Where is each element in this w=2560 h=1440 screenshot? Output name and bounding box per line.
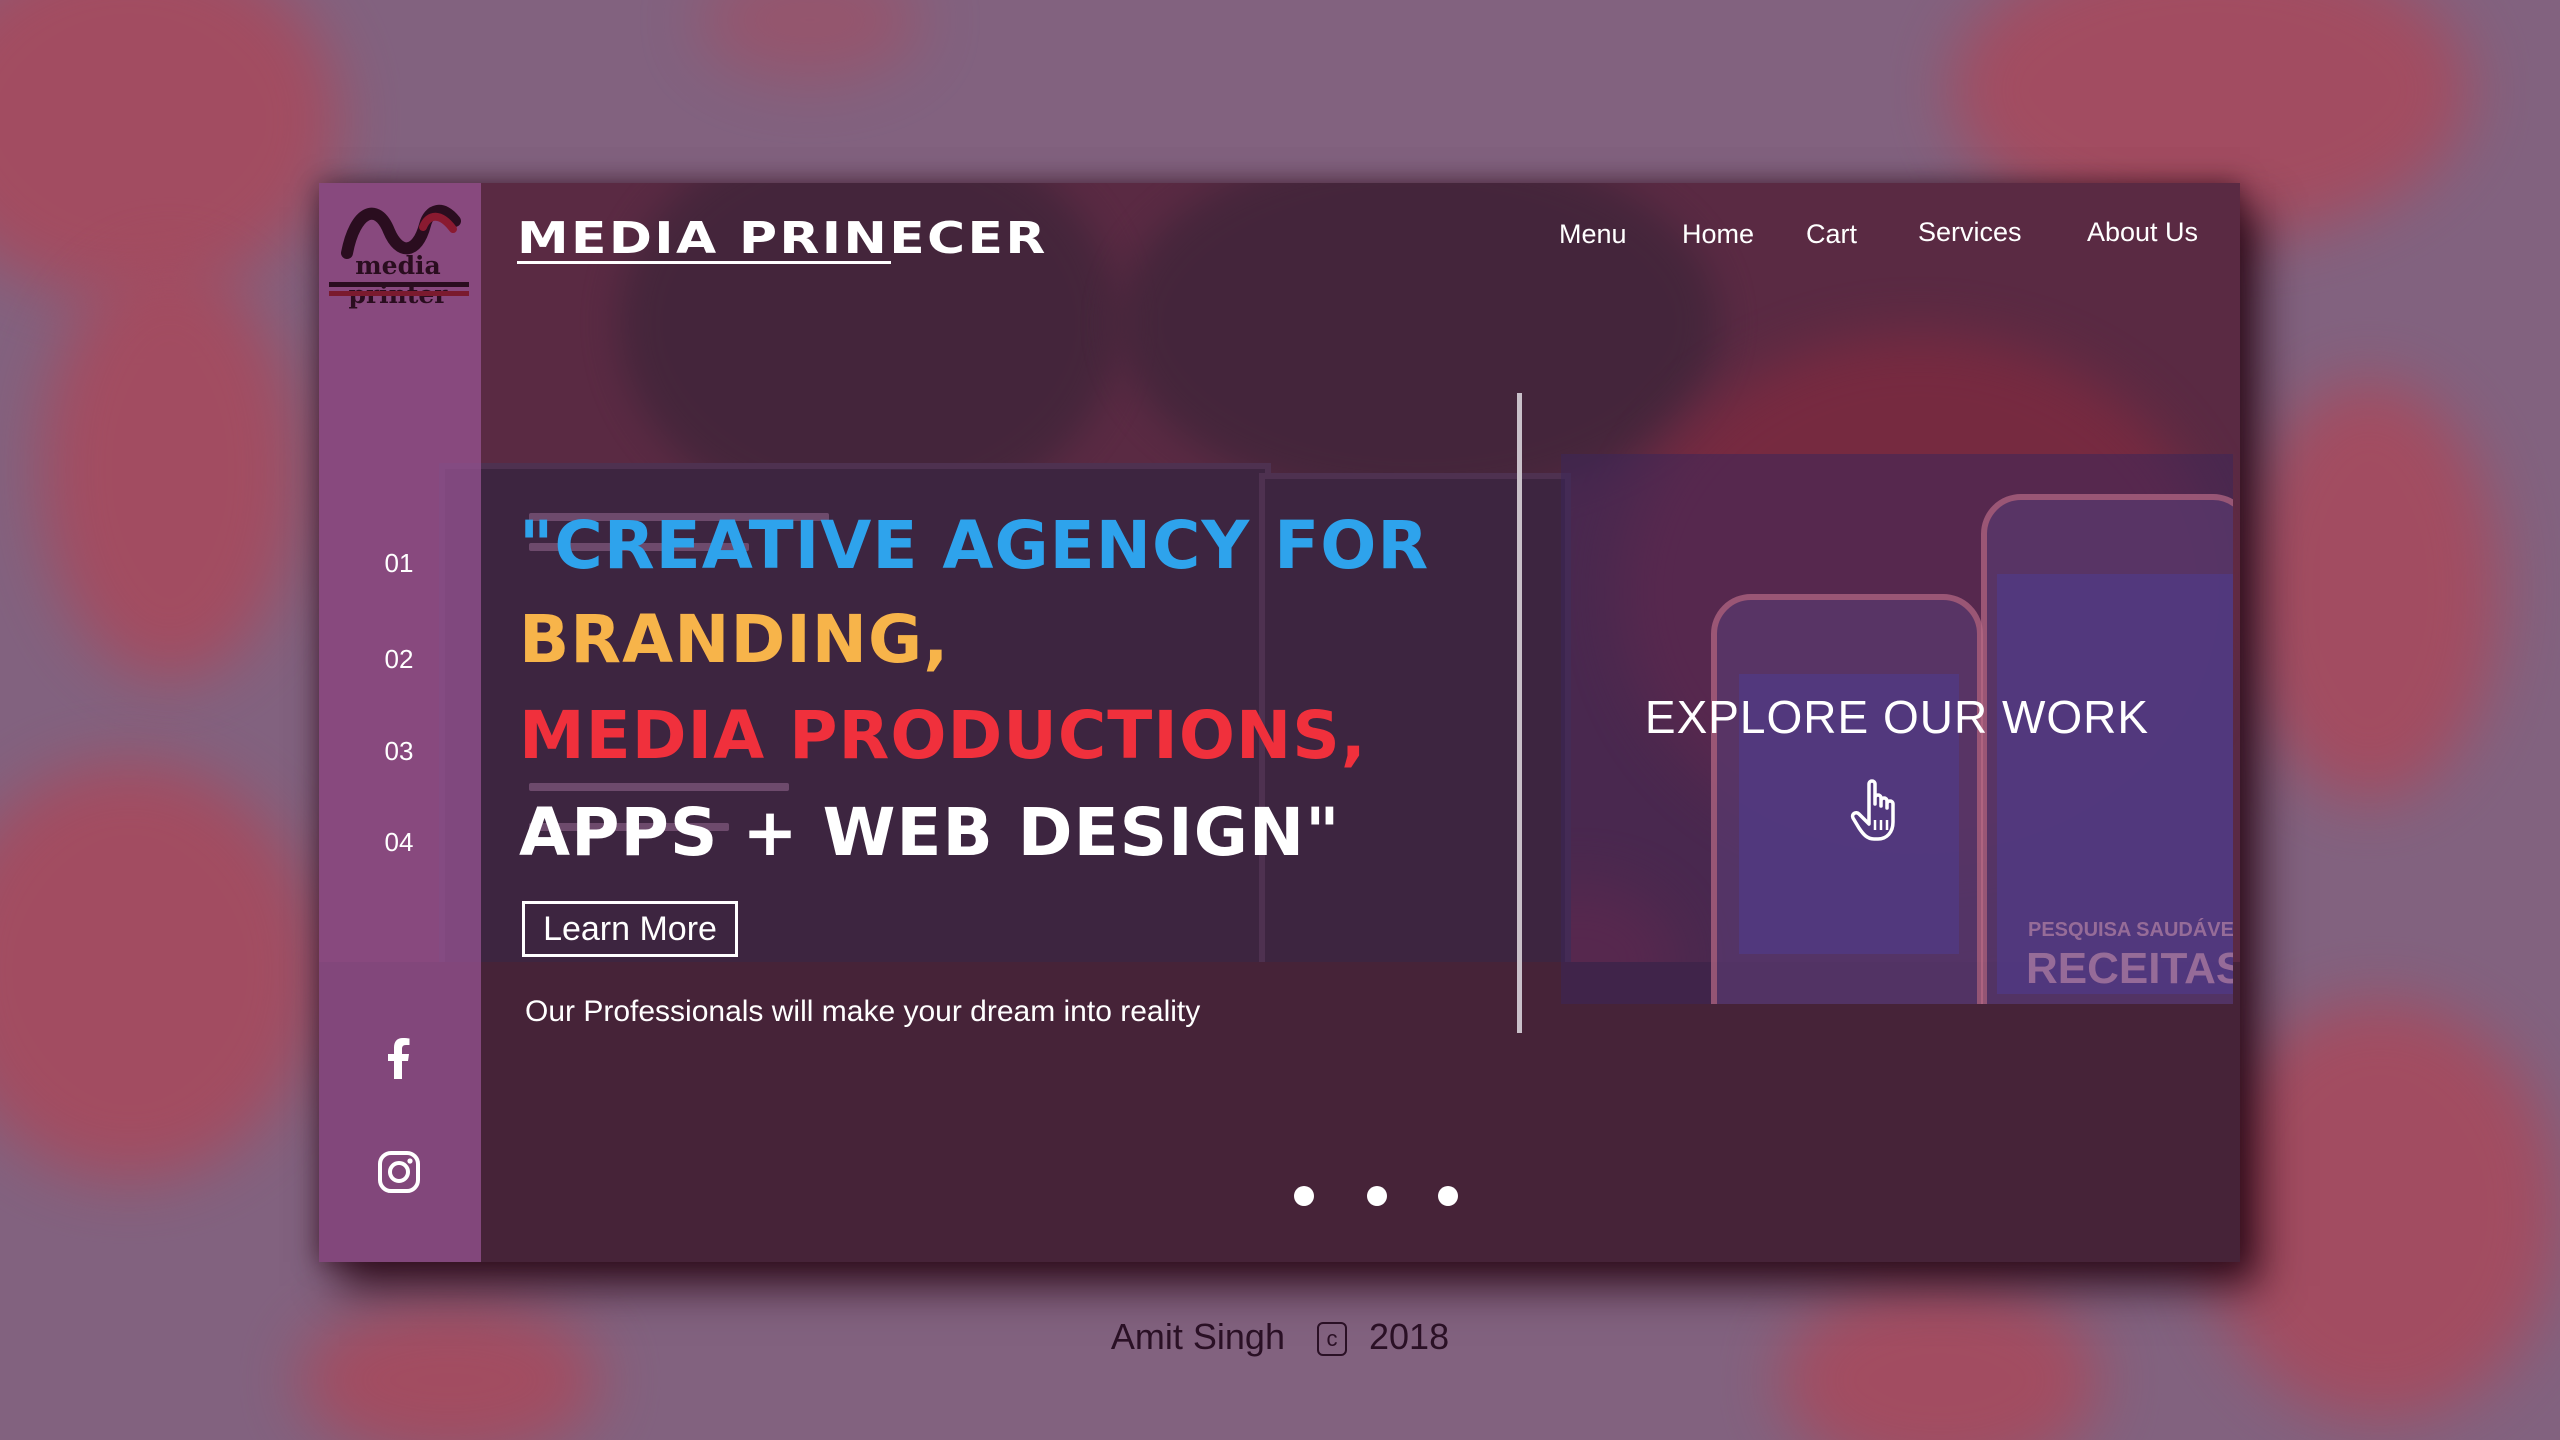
sidebar: media printer 01 02 03 04 bbox=[319, 183, 481, 1262]
brand-underline bbox=[517, 261, 891, 264]
tagline: Our Professionals will make your dream i… bbox=[525, 995, 1201, 1028]
instagram-icon[interactable] bbox=[376, 1149, 422, 1195]
nav-about-us[interactable]: About Us bbox=[2087, 217, 2198, 248]
slide-number-02[interactable]: 02 bbox=[369, 644, 429, 675]
pointing-hand-icon[interactable] bbox=[1849, 776, 1911, 844]
background-app-title: RECEITAS bbox=[2026, 944, 2233, 993]
footer-author: Amit Singh bbox=[1110, 1316, 1285, 1357]
carousel-dot-3[interactable] bbox=[1438, 1186, 1458, 1206]
carousel-dot-1[interactable] bbox=[1294, 1186, 1314, 1206]
background-app-text: PESQUISA SAUDÁVE bbox=[2028, 919, 2233, 941]
nav-services[interactable]: Services bbox=[1918, 217, 2022, 248]
slide-number-01[interactable]: 01 bbox=[369, 548, 429, 579]
headline-line-3: MEDIA PRODUCTIONS, bbox=[519, 697, 1367, 774]
logo-text: media printer bbox=[349, 251, 448, 309]
headline-line-1: "CREATIVE AGENCY FOR bbox=[519, 507, 1430, 584]
hero-card: media printer 01 02 03 04 MEDIA PRINECER… bbox=[319, 183, 2240, 1262]
carousel-dot-2[interactable] bbox=[1367, 1186, 1387, 1206]
logo-underline bbox=[329, 282, 469, 287]
headline-line-2: BRANDING, bbox=[519, 601, 950, 678]
brand-name[interactable]: MEDIA PRINECER bbox=[517, 213, 1048, 264]
slide-number-03[interactable]: 03 bbox=[369, 736, 429, 767]
facebook-icon[interactable] bbox=[376, 1035, 422, 1081]
nav-cart[interactable]: Cart bbox=[1806, 219, 1857, 250]
learn-more-button[interactable]: Learn More bbox=[522, 901, 738, 957]
slide-number-04[interactable]: 04 bbox=[369, 827, 429, 858]
copyright-icon: c bbox=[1316, 1322, 1347, 1357]
explore-our-work-panel[interactable]: PESQUISA SAUDÁVE RECEITAS EXPLORE OUR WO… bbox=[1561, 454, 2233, 1004]
footer-year: 2018 bbox=[1369, 1316, 1450, 1357]
vertical-divider bbox=[1517, 393, 1522, 1033]
nav-menu[interactable]: Menu bbox=[1559, 219, 1627, 250]
logo-underline-accent bbox=[329, 291, 469, 296]
headline-line-4: APPS + WEB DESIGN" bbox=[519, 794, 1341, 871]
footer: Amit Singh c 2018 bbox=[0, 1316, 2560, 1358]
explore-title: EXPLORE OUR WORK bbox=[1644, 691, 2150, 743]
nav-home[interactable]: Home bbox=[1682, 219, 1754, 250]
